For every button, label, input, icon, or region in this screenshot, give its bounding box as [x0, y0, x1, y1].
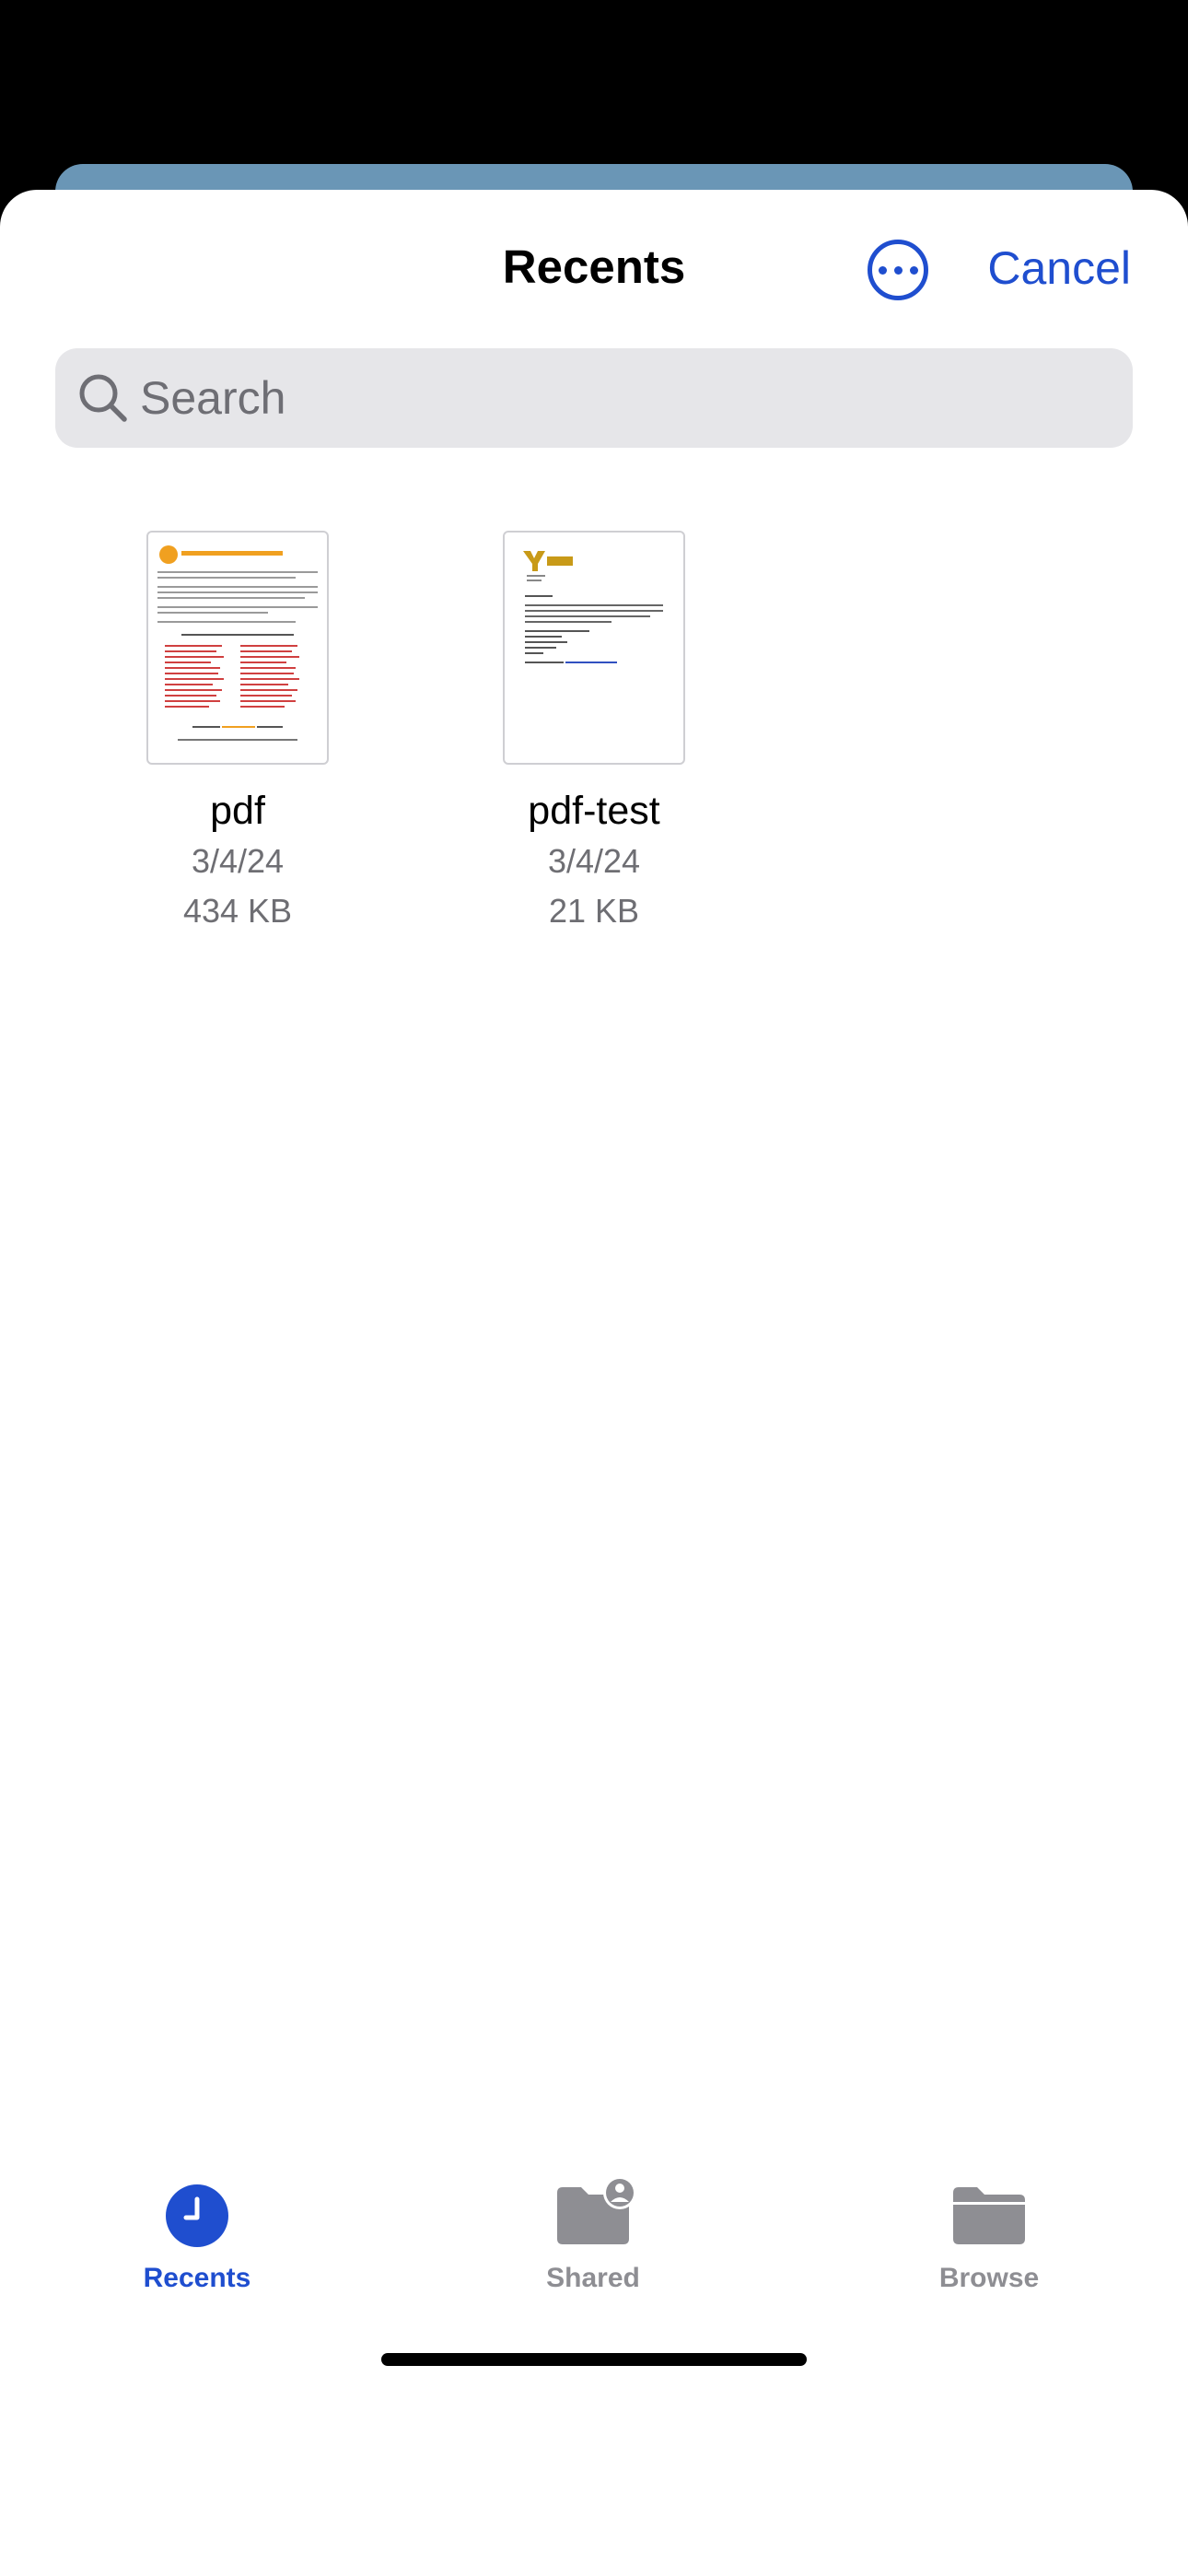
tab-label: Shared [546, 2263, 640, 2293]
folder-icon [948, 2174, 1031, 2257]
shared-folder-icon [552, 2174, 636, 2257]
clock-icon [156, 2174, 239, 2257]
more-options-button[interactable] [868, 240, 928, 300]
file-item-pdf[interactable]: pdf 3/4/24 434 KB [86, 531, 390, 936]
cancel-button[interactable]: Cancel [987, 241, 1131, 295]
file-item-pdf-test[interactable]: pdf-test 3/4/24 21 KB [442, 531, 746, 936]
file-thumbnail [503, 531, 685, 765]
tab-label: Browse [938, 2263, 1040, 2293]
search-input[interactable] [140, 348, 1116, 448]
search-bar[interactable] [55, 348, 1133, 448]
file-name: pdf [210, 789, 265, 833]
file-thumbnail [146, 531, 329, 765]
search-icon [79, 374, 127, 422]
file-date: 3/4/24 [547, 842, 641, 880]
tab-shared[interactable]: Shared [492, 2174, 694, 2294]
tab-label: Recents [143, 2263, 251, 2293]
tab-browse[interactable]: Browse [888, 2174, 1090, 2294]
home-indicator [381, 2353, 807, 2366]
file-date: 3/4/24 [191, 842, 285, 880]
file-name: pdf-test [528, 789, 660, 833]
ellipsis-circle-icon [872, 244, 924, 296]
file-size: 434 KB [182, 892, 293, 930]
file-size: 21 KB [548, 892, 640, 930]
tab-recents[interactable]: Recents [96, 2174, 298, 2294]
